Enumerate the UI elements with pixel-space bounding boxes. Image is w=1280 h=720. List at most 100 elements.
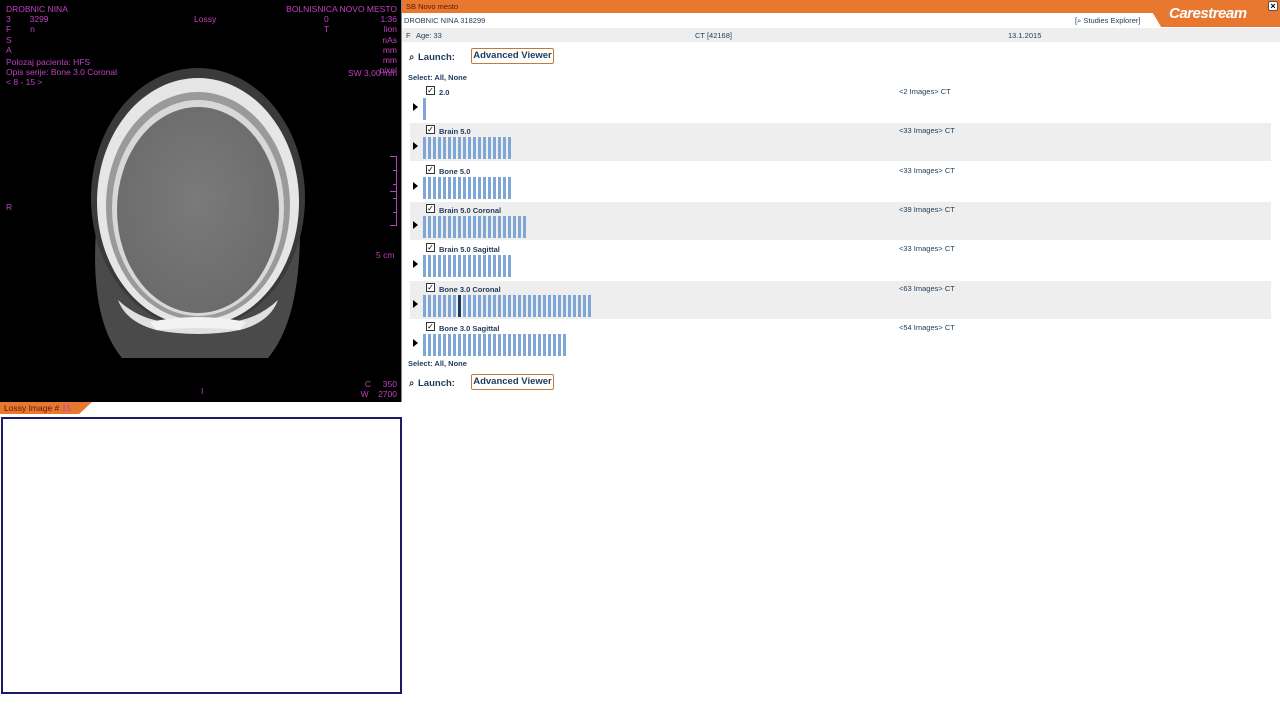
- thumbnail-frame[interactable]: [483, 255, 486, 277]
- thumbnail-frame[interactable]: [473, 255, 476, 277]
- series-row[interactable]: ✓ Bone 3.0 Coronal <63 Images> CT: [410, 281, 1271, 319]
- thumbnail-frame[interactable]: [488, 216, 491, 238]
- expand-arrow-icon[interactable]: [413, 260, 418, 268]
- select-all-link[interactable]: All: [434, 73, 444, 82]
- thumbnail-frame[interactable]: [443, 295, 446, 317]
- thumbnail-frame[interactable]: [493, 216, 496, 238]
- thumbnail-frame[interactable]: [423, 255, 426, 277]
- thumbnail-frame[interactable]: [508, 177, 511, 199]
- thumbnail-frame[interactable]: [463, 295, 466, 317]
- thumbnail-frame[interactable]: [558, 295, 561, 317]
- thumbnail-frame[interactable]: [468, 295, 471, 317]
- thumbnail-frame[interactable]: [503, 334, 506, 356]
- thumbnail-frame[interactable]: [508, 255, 511, 277]
- thumbnail-frame[interactable]: [498, 216, 501, 238]
- thumbnail-frame[interactable]: [493, 295, 496, 317]
- thumbnail-frame[interactable]: [513, 295, 516, 317]
- series-checkbox[interactable]: ✓: [426, 322, 435, 331]
- thumbnail-frame[interactable]: [533, 334, 536, 356]
- thumbnail-frame[interactable]: [578, 295, 581, 317]
- thumbnail-frame[interactable]: [433, 177, 436, 199]
- thumbnail-frame[interactable]: [463, 216, 466, 238]
- series-checkbox[interactable]: ✓: [426, 243, 435, 252]
- thumbnail-frame[interactable]: [508, 334, 511, 356]
- series-checkbox[interactable]: ✓: [426, 204, 435, 213]
- thumbnail-frame[interactable]: [503, 216, 506, 238]
- thumbnail-frame[interactable]: [483, 295, 486, 317]
- thumbnail-frame[interactable]: [453, 216, 456, 238]
- thumbnail-frame[interactable]: [453, 255, 456, 277]
- thumbnail-frame[interactable]: [433, 137, 436, 159]
- thumbnail-frame[interactable]: [458, 216, 461, 238]
- thumbnail-frame[interactable]: [588, 295, 591, 317]
- thumbnail-strip[interactable]: [423, 177, 511, 199]
- thumbnail-frame[interactable]: [498, 295, 501, 317]
- thumbnail-frame[interactable]: [423, 177, 426, 199]
- thumbnail-frame[interactable]: [563, 295, 566, 317]
- thumbnail-frame[interactable]: [553, 334, 556, 356]
- preview-panel[interactable]: [1, 417, 402, 694]
- thumbnail-frame[interactable]: [468, 177, 471, 199]
- thumbnail-frame[interactable]: [473, 137, 476, 159]
- thumbnail-frame[interactable]: [428, 334, 431, 356]
- series-row[interactable]: ✓ Bone 3.0 Sagittal <54 Images> CT: [410, 320, 1271, 358]
- expand-arrow-icon[interactable]: [413, 339, 418, 347]
- select-none-link[interactable]: None: [448, 359, 467, 368]
- thumbnail-frame[interactable]: [428, 216, 431, 238]
- thumbnail-frame[interactable]: [473, 334, 476, 356]
- thumbnail-frame[interactable]: [508, 216, 511, 238]
- thumbnail-frame[interactable]: [458, 177, 461, 199]
- thumbnail-frame[interactable]: [498, 334, 501, 356]
- thumbnail-frame[interactable]: [423, 98, 426, 120]
- series-checkbox[interactable]: ✓: [426, 165, 435, 174]
- thumbnail-frame[interactable]: [503, 137, 506, 159]
- thumbnail-frame[interactable]: [478, 255, 481, 277]
- thumbnail-frame[interactable]: [448, 255, 451, 277]
- thumbnail-frame[interactable]: [433, 334, 436, 356]
- thumbnail-frame[interactable]: [523, 334, 526, 356]
- thumbnail-frame[interactable]: [543, 334, 546, 356]
- thumbnail-frame[interactable]: [518, 216, 521, 238]
- thumbnail-frame[interactable]: [463, 255, 466, 277]
- thumbnail-frame[interactable]: [508, 295, 511, 317]
- thumbnail-frame[interactable]: [438, 295, 441, 317]
- thumbnail-frame[interactable]: [468, 255, 471, 277]
- thumbnail-strip[interactable]: [423, 137, 511, 159]
- advanced-viewer-button-top[interactable]: Advanced Viewer: [471, 48, 554, 64]
- thumbnail-frame[interactable]: [423, 334, 426, 356]
- thumbnail-frame[interactable]: [453, 137, 456, 159]
- thumbnail-frame[interactable]: [528, 334, 531, 356]
- thumbnail-frame[interactable]: [488, 177, 491, 199]
- thumbnail-frame[interactable]: [438, 334, 441, 356]
- thumbnail-frame[interactable]: [458, 295, 461, 317]
- thumbnail-frame[interactable]: [523, 295, 526, 317]
- thumbnail-frame[interactable]: [498, 177, 501, 199]
- series-checkbox[interactable]: ✓: [426, 283, 435, 292]
- thumbnail-frame[interactable]: [458, 334, 461, 356]
- thumbnail-frame[interactable]: [488, 137, 491, 159]
- image-viewer[interactable]: DROBNIC NINA 3 3299 F n S A Lossy 0 T BO…: [0, 0, 402, 402]
- series-row[interactable]: ✓ Brain 5.0 Coronal <39 Images> CT: [410, 202, 1271, 240]
- series-row[interactable]: ✓ Brain 5.0 <33 Images> CT: [410, 123, 1271, 161]
- expand-arrow-icon[interactable]: [413, 221, 418, 229]
- thumbnail-frame[interactable]: [478, 137, 481, 159]
- series-checkbox[interactable]: ✓: [426, 86, 435, 95]
- thumbnail-frame[interactable]: [433, 216, 436, 238]
- thumbnail-frame[interactable]: [573, 295, 576, 317]
- thumbnail-frame[interactable]: [518, 295, 521, 317]
- thumbnail-frame[interactable]: [483, 137, 486, 159]
- thumbnail-frame[interactable]: [513, 334, 516, 356]
- series-row[interactable]: ✓ Brain 5.0 Sagittal <33 Images> CT: [410, 241, 1271, 279]
- thumbnail-frame[interactable]: [543, 295, 546, 317]
- thumbnail-frame[interactable]: [508, 137, 511, 159]
- expand-arrow-icon[interactable]: [413, 142, 418, 150]
- thumbnail-frame[interactable]: [558, 334, 561, 356]
- expand-arrow-icon[interactable]: [413, 182, 418, 190]
- thumbnail-frame[interactable]: [478, 295, 481, 317]
- thumbnail-frame[interactable]: [533, 295, 536, 317]
- thumbnail-frame[interactable]: [488, 334, 491, 356]
- thumbnail-frame[interactable]: [428, 295, 431, 317]
- thumbnail-frame[interactable]: [483, 177, 486, 199]
- thumbnail-frame[interactable]: [503, 255, 506, 277]
- thumbnail-frame[interactable]: [443, 334, 446, 356]
